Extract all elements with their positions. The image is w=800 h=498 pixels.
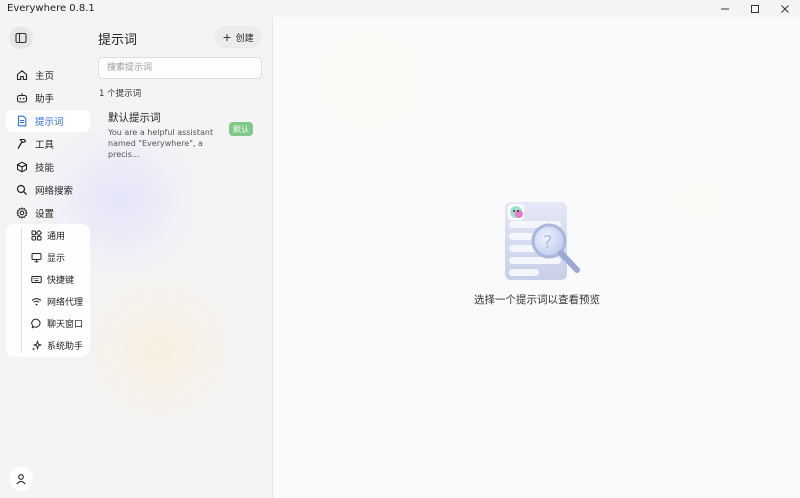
sub-item-label: 通用 (47, 231, 66, 242)
create-prompt-button[interactable]: + 创建 (214, 26, 262, 48)
nav-item-label: 设置 (35, 209, 55, 220)
sub-item-system-assistant[interactable]: 系统助手 (30, 336, 83, 354)
maximize-button[interactable] (740, 0, 770, 17)
settings-submenu: 通用 显示 快捷键 网络代理 聊天窗口 系统助手 (6, 224, 90, 357)
nav-item-skills[interactable]: 技能 (6, 156, 90, 178)
nav-item-label: 提示词 (35, 117, 64, 128)
search-input[interactable] (98, 57, 262, 79)
sub-item-label: 显示 (47, 253, 66, 264)
nav-item-assistant[interactable]: 助手 (6, 87, 90, 109)
nav-item-tools[interactable]: 工具 (6, 133, 90, 155)
account-button[interactable] (9, 467, 33, 491)
sub-item-chat-window[interactable]: 聊天窗口 (30, 314, 83, 332)
sub-item-label: 网络代理 (47, 297, 84, 308)
svg-text:?: ? (543, 232, 553, 253)
hammer-icon (15, 137, 29, 151)
empty-state-text: 选择一个提示词以查看预览 (474, 294, 600, 306)
prompt-description: You are a helpful assistant named "Every… (108, 128, 214, 159)
keyboard-icon (30, 273, 42, 285)
empty-state-illustration: ? (505, 202, 580, 280)
sub-item-shortcuts[interactable]: 快捷键 (30, 270, 74, 288)
nav-item-web-search[interactable]: 网络搜索 (6, 179, 90, 201)
nav-item-label: 主页 (35, 71, 55, 82)
title-bar: Everywhere 0.8.1 (0, 0, 800, 17)
minimize-button[interactable] (710, 0, 740, 17)
create-button-label: 创建 (235, 33, 254, 44)
wifi-icon (30, 295, 42, 307)
search-icon (15, 183, 29, 197)
sub-item-label: 系统助手 (47, 341, 84, 352)
page-title: 提示词 (98, 33, 138, 48)
sidebar-panel-icon (15, 32, 27, 44)
close-button[interactable] (770, 0, 800, 17)
nav-item-prompts[interactable]: 提示词 (6, 110, 90, 132)
prompt-count: 1 个提示词 (99, 89, 142, 99)
user-icon (16, 474, 26, 485)
plus-icon: + (222, 30, 232, 44)
sub-item-label: 快捷键 (47, 275, 75, 286)
nav-item-label: 技能 (35, 163, 55, 174)
submenu-divider (21, 228, 22, 353)
minimize-icon (721, 8, 729, 9)
nav-item-label: 助手 (35, 94, 55, 105)
list-item[interactable]: 默认提示词 You are a helpful assistant named … (98, 107, 262, 159)
prompt-detail-panel: ? 选择一个提示词以查看预览 (272, 17, 800, 498)
prompt-list-panel: 提示词 + 创建 1 个提示词 默认提示词 You are a helpful … (92, 17, 272, 498)
nav-item-label: 工具 (35, 140, 55, 151)
nav-item-label: 网络搜索 (35, 186, 74, 197)
document-icon (15, 114, 29, 128)
window-title: Everywhere 0.8.1 (7, 3, 95, 14)
grid-icon (30, 229, 42, 241)
cube-icon (15, 160, 29, 174)
home-icon (15, 68, 29, 82)
close-icon (781, 4, 789, 13)
gear-icon (15, 206, 29, 220)
prompt-name: 默认提示词 (108, 112, 161, 124)
robot-icon (15, 91, 29, 105)
nav-list: 主页 助手 提示词 工具 技能 网络搜索 设置 (6, 64, 90, 225)
sub-item-display[interactable]: 显示 (30, 248, 65, 266)
nav-item-home[interactable]: 主页 (6, 64, 90, 86)
sidebar-toggle-button[interactable] (9, 27, 33, 49)
sub-item-general[interactable]: 通用 (30, 226, 65, 244)
sidebar: 主页 助手 提示词 工具 技能 网络搜索 设置 通用 显示 快捷键 网络代理 聊… (0, 17, 92, 498)
window-controls (710, 0, 800, 17)
sparkle-icon (30, 339, 42, 351)
sub-item-label: 聊天窗口 (47, 319, 84, 330)
nav-item-settings[interactable]: 设置 (6, 202, 90, 224)
maximize-icon (751, 4, 759, 13)
monitor-icon (30, 251, 42, 263)
default-badge: 默认 (229, 122, 253, 136)
chat-icon (30, 317, 42, 329)
sub-item-proxy[interactable]: 网络代理 (30, 292, 83, 310)
